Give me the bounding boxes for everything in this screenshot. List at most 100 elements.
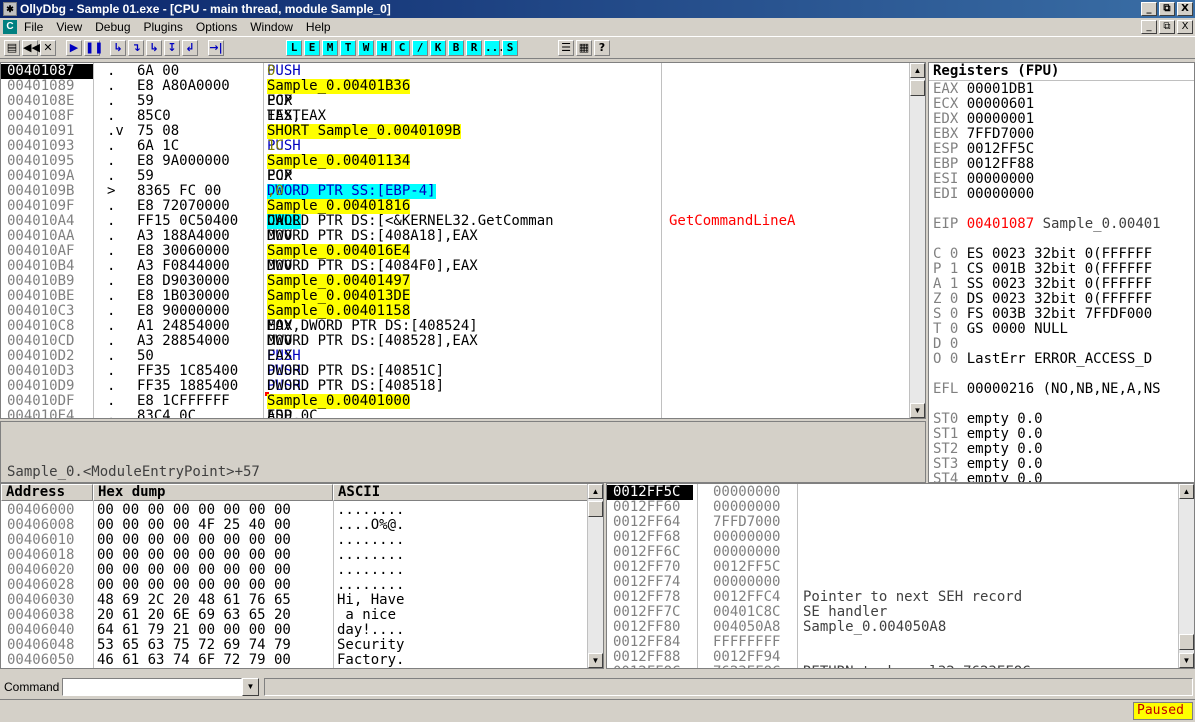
stack-row[interactable]: 0012FF78 0012FFC4 Pointer to next SEH reco… bbox=[607, 590, 1182, 605]
register-row[interactable]: Z 0 DS 0023 32bit 0(FFFFFF bbox=[933, 292, 1152, 307]
window-button-7[interactable]: / bbox=[412, 40, 428, 56]
scroll-down-icon[interactable]: ▼ bbox=[588, 653, 603, 668]
disasm-row[interactable]: 004010D3. FF35 1C85400 PUSH DWORD PTR DS:[… bbox=[1, 364, 911, 379]
stack-scrollbar[interactable]: ▲ ▼ bbox=[1178, 484, 1194, 668]
scroll-down-icon[interactable]: ▼ bbox=[910, 403, 925, 418]
register-row[interactable]: EFL 00000216 (NO,NB,NE,A,NS bbox=[933, 382, 1161, 397]
disasm-row[interactable]: 0040108E. 59 POP ECX bbox=[1, 94, 911, 109]
register-row[interactable]: A 1 SS 0023 32bit 0(FFFFFF bbox=[933, 277, 1152, 292]
minimize-icon[interactable]: _ bbox=[1141, 2, 1157, 16]
register-row[interactable]: EBP 0012FF88 bbox=[933, 157, 1034, 172]
command-input[interactable] bbox=[62, 678, 242, 696]
scroll-up-icon[interactable]: ▲ bbox=[1179, 484, 1194, 499]
pause-icon[interactable]: ❚❚ bbox=[84, 40, 103, 56]
menu-item-options[interactable]: Options bbox=[196, 20, 237, 34]
step-over-icon[interactable]: ↴ bbox=[128, 40, 144, 56]
register-row[interactable] bbox=[933, 397, 941, 412]
disasm-row[interactable]: 004010D2. 50 PUSH EAX bbox=[1, 349, 911, 364]
disasm-row[interactable]: 004010E4. 83C4 0C ADD ESP,0C bbox=[1, 409, 911, 419]
disasm-row[interactable]: 0040109F.E8 72070000CALL Sample_0.004018… bbox=[1, 199, 911, 214]
scroll-down-icon[interactable]: ▼ bbox=[1179, 653, 1194, 668]
list-icon[interactable]: ☰ bbox=[558, 40, 574, 56]
disasm-row[interactable]: 0040109B>8365 FC 00AND DWORD PTR SS:[EBP… bbox=[1, 184, 911, 199]
window-button-6[interactable]: C bbox=[394, 40, 410, 56]
window-button-5[interactable]: H bbox=[376, 40, 392, 56]
register-row[interactable]: ST4 empty 0.0 bbox=[933, 472, 1043, 483]
register-row[interactable]: C 0 ES 0023 32bit 0(FFFFFF bbox=[933, 247, 1152, 262]
grid-icon[interactable]: ▦ bbox=[576, 40, 592, 56]
disasm-row[interactable]: 004010C8. A1 24854000 MOV EAX,DWORD PTR DS… bbox=[1, 319, 911, 334]
dump-row[interactable]: 00406008 00 00 00 00 4F 25 40 00 ....O%@. bbox=[1, 518, 576, 533]
dump-row[interactable]: 00406058 00 00 00 00 00 00 00 00........ bbox=[7, 668, 404, 669]
register-row[interactable]: D 0 bbox=[933, 337, 967, 352]
disassembly-pane[interactable]: 00401087. 6A 00 PUSH 0 00401089. E8 A80A0000… bbox=[0, 62, 926, 419]
register-row[interactable]: ST2 empty 0.0 bbox=[933, 442, 1043, 457]
dump-row[interactable]: 00406010 00 00 00 00 00 00 00 00........ bbox=[1, 533, 576, 548]
register-row[interactable]: O 0 LastErr ERROR_ACCESS_D bbox=[933, 352, 1152, 367]
registers-pane[interactable]: Registers (FPU) EAX 00001DB1 ECX 00000601… bbox=[928, 62, 1195, 483]
register-row[interactable]: ST0 empty 0.0 bbox=[933, 412, 1043, 427]
register-row[interactable]: T 0 GS 0000 NULL bbox=[933, 322, 1068, 337]
close-icon[interactable]: X bbox=[1177, 2, 1193, 16]
disasm-row[interactable]: 00401087. 6A 00 PUSH 0 bbox=[1, 64, 911, 79]
trace-into-icon[interactable]: ↳ bbox=[146, 40, 162, 56]
register-row[interactable]: EDX 00000001 bbox=[933, 112, 1034, 127]
close-icon[interactable]: ✕ bbox=[40, 40, 56, 56]
register-row[interactable]: EIP 00401087 Sample_0.00401 bbox=[933, 217, 1161, 232]
rewind-icon[interactable]: ◀◀ bbox=[22, 40, 40, 56]
stack-row[interactable]: 0012FF5C 00000000 bbox=[607, 485, 1182, 500]
scroll-thumb[interactable] bbox=[588, 501, 603, 517]
register-row[interactable]: ST3 empty 0.0 bbox=[933, 457, 1043, 472]
go-to-icon[interactable]: →| bbox=[208, 40, 224, 56]
stack-row[interactable]: 0012FF60 00000000 bbox=[607, 500, 1182, 515]
dump-row[interactable]: 00406030 48 69 2C 20 48 61 76 65 Hi, Have bbox=[1, 593, 576, 608]
disasm-row[interactable]: 004010AF.E8 30060000CALL Sample_0.004016… bbox=[1, 244, 911, 259]
disasm-row[interactable]: 004010B9.E8 D9030000CALL Sample_0.004014… bbox=[1, 274, 911, 289]
bug-icon[interactable]: ✱ bbox=[3, 2, 17, 16]
child-restore-icon[interactable]: ⧉ bbox=[1159, 20, 1175, 34]
disasm-row[interactable]: 00401091.v75 08JNZ SHORT Sample_0.004010… bbox=[1, 124, 911, 139]
disasm-row[interactable]: 00401089.E8 A80A0000CALL Sample_0.00401B… bbox=[1, 79, 911, 94]
disasm-row[interactable]: 00401093. 6A 1C PUSH 1C bbox=[1, 139, 911, 154]
disasm-row[interactable]: 00401095.E8 9A000000CALL Sample_0.004011… bbox=[1, 154, 911, 169]
dump-row[interactable]: 00406018 00 00 00 00 00 00 00 00........ bbox=[1, 548, 576, 563]
execute-till-return-icon[interactable]: ↲ bbox=[182, 40, 198, 56]
cpu-window-icon[interactable]: C bbox=[3, 20, 17, 34]
window-button-12[interactable]: S bbox=[502, 40, 518, 56]
register-row[interactable] bbox=[933, 202, 941, 217]
scroll-thumb[interactable] bbox=[1179, 634, 1194, 650]
stack-row[interactable]: 0012FF80 004050A8 Sample_0.004050A8 bbox=[607, 620, 1182, 635]
dump-header-address[interactable]: Address bbox=[1, 484, 93, 501]
trace-over-icon[interactable]: ↧ bbox=[164, 40, 180, 56]
dump-row[interactable]: 00406040 64 61 79 21 00 00 00 00 day!.... bbox=[1, 623, 576, 638]
help-icon[interactable]: ? bbox=[594, 40, 610, 56]
menu-item-file[interactable]: File bbox=[24, 20, 43, 34]
child-close-icon[interactable]: X bbox=[1177, 20, 1193, 34]
disasm-row[interactable]: 0040108F. 85C0 TEST EAX,EAX bbox=[1, 109, 911, 124]
window-button-11[interactable]: ... bbox=[484, 40, 505, 56]
disasm-row[interactable]: 0040109A. 59 POP ECX bbox=[1, 169, 911, 184]
scroll-up-icon[interactable]: ▲ bbox=[588, 484, 603, 499]
stack-row[interactable]: 0012FF68 00000000 bbox=[607, 530, 1182, 545]
register-row[interactable]: ST1 empty 0.0 bbox=[933, 427, 1043, 442]
disasm-row[interactable]: 004010D9. FF35 1885400 PUSH DWORD PTR DS:[… bbox=[1, 379, 911, 394]
window-button-4[interactable]: W bbox=[358, 40, 374, 56]
window-button-9[interactable]: B bbox=[448, 40, 464, 56]
disasm-row[interactable]: 004010DF.E8 1CFFFFFFCALL Sample_0.004010… bbox=[1, 394, 911, 409]
register-row[interactable]: EDI 00000000 bbox=[933, 187, 1034, 202]
menu-item-view[interactable]: View bbox=[56, 20, 82, 34]
dump-row[interactable]: 00406000 00 00 00 00 00 00 00 00........ bbox=[1, 503, 576, 518]
stack-row[interactable]: 0012FF64 7FFD7000 bbox=[607, 515, 1182, 530]
disasm-row[interactable]: 004010B4. A3 F0844000 MOV DWORD PTR DS:[40… bbox=[1, 259, 911, 274]
disasm-scrollbar[interactable]: ▲ ▼ bbox=[909, 63, 925, 418]
menu-item-help[interactable]: Help bbox=[306, 20, 331, 34]
window-button-3[interactable]: T bbox=[340, 40, 356, 56]
register-row[interactable] bbox=[933, 232, 941, 247]
menu-item-plugins[interactable]: Plugins bbox=[144, 20, 183, 34]
disasm-row[interactable]: 004010AA. A3 188A4000 MOV DWORD PTR DS:[40… bbox=[1, 229, 911, 244]
scroll-up-icon[interactable]: ▲ bbox=[910, 63, 925, 78]
dump-header-ascii[interactable]: ASCII bbox=[333, 484, 589, 501]
stack-row[interactable]: 0012FF7C 00401C8C SE handler bbox=[607, 605, 1182, 620]
stack-row[interactable]: 0012FF84 FFFFFFFF bbox=[607, 635, 1182, 650]
run-icon[interactable]: ▶ bbox=[66, 40, 82, 56]
